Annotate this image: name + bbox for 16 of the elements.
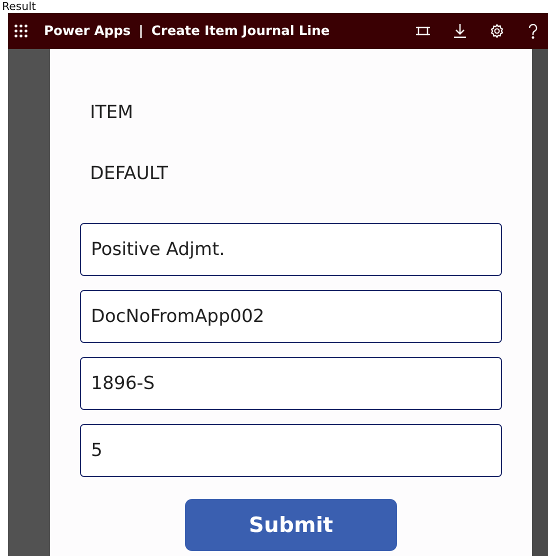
form-label: DEFAULT [90,162,169,186]
result-caption: Result [2,0,36,13]
form-label: ITEM [90,101,134,125]
app-launcher-icon[interactable] [14,24,28,38]
input-field[interactable]: 5 [80,424,502,477]
settings-icon[interactable] [490,24,504,38]
input-field[interactable]: 1896-S [80,357,502,410]
app-title: Create Item Journal Line [151,24,330,38]
help-icon[interactable] [528,24,538,38]
input-field[interactable]: Positive Adjmt. [80,223,502,276]
submit-button[interactable]: Submit [185,499,397,551]
fit-screen-icon[interactable] [416,25,430,37]
download-icon[interactable] [454,24,466,38]
input-field[interactable]: DocNoFromApp002 [80,290,502,343]
app-name: Power Apps [44,24,131,38]
title-separator: | [138,24,144,38]
